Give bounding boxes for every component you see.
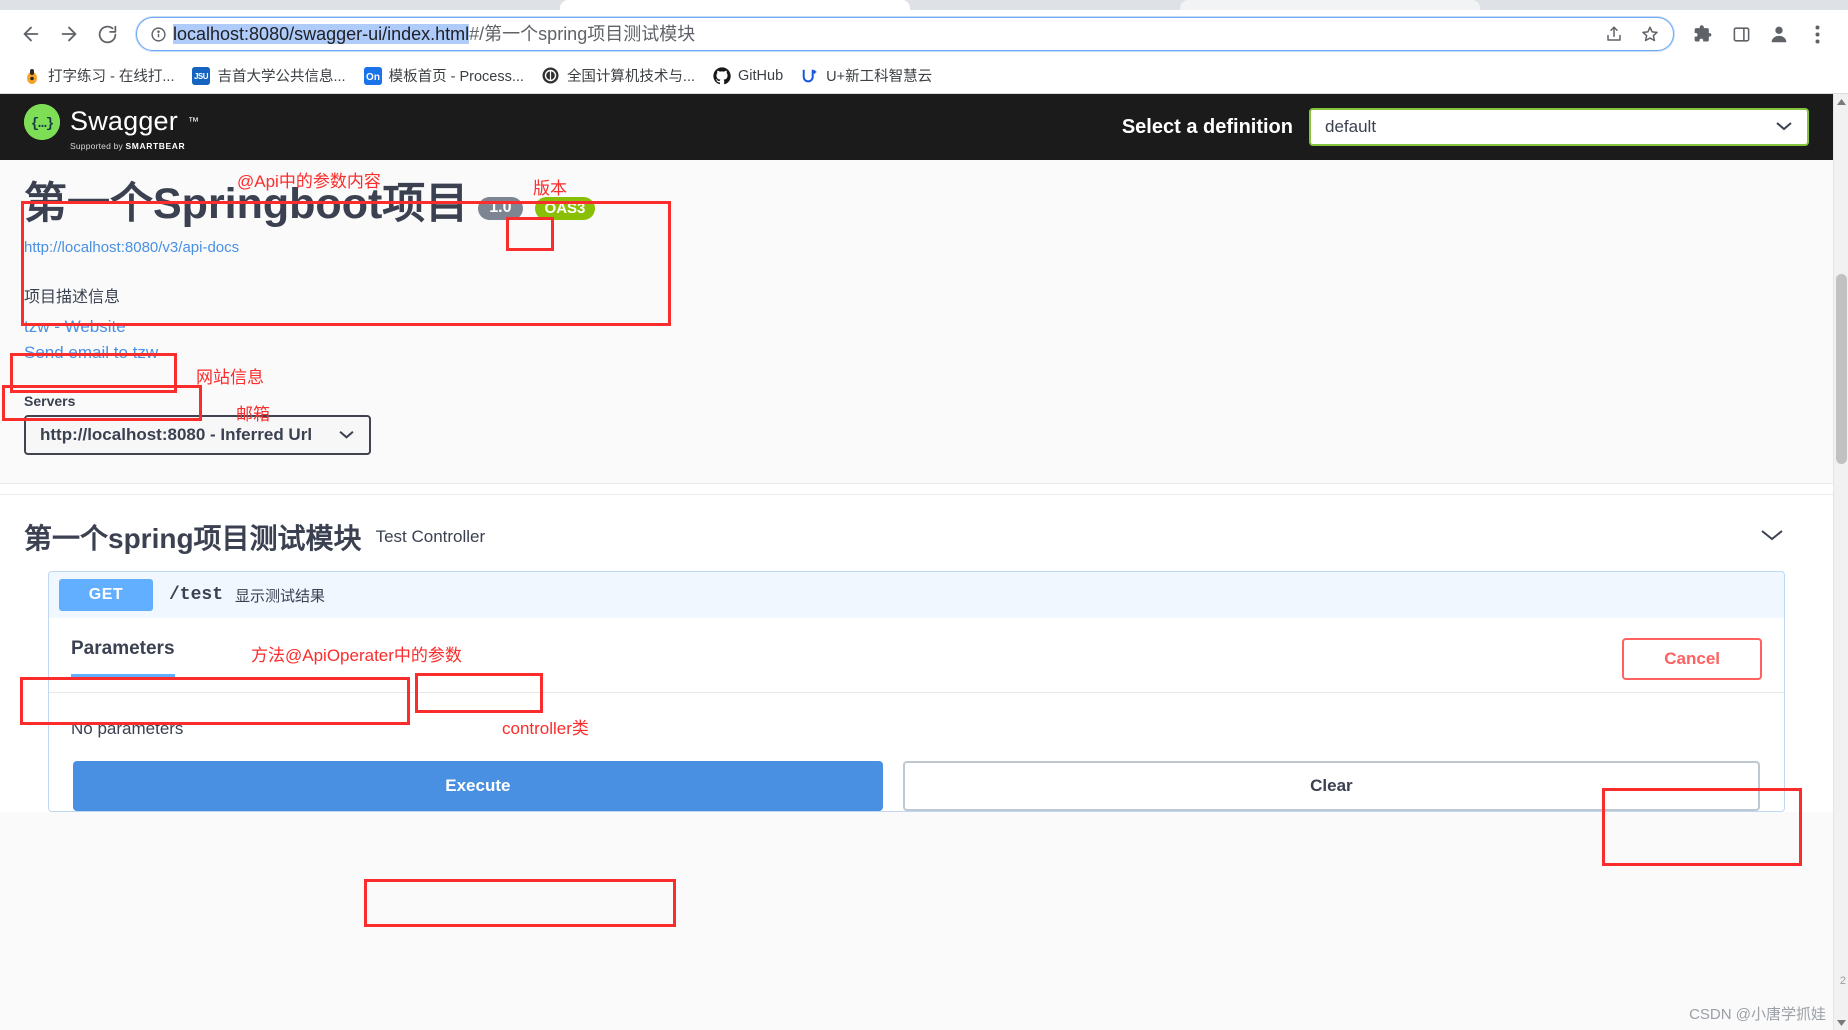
action-button-row: Execute Clear: [49, 761, 1784, 812]
on-icon: On: [363, 66, 382, 85]
section-divider: [0, 483, 1833, 496]
swagger-brace-icon: {…}: [24, 103, 60, 140]
annotation-label-apioperater: 方法@ApiOperater中的参数: [251, 646, 462, 665]
bookmark-label: 模板首页 - Process...: [388, 69, 524, 85]
share-icon[interactable]: [1601, 21, 1627, 47]
side-panel-icon[interactable]: [1724, 17, 1758, 51]
execute-button[interactable]: Execute: [73, 761, 883, 812]
bookmark-item-template[interactable]: On 模板首页 - Process...: [355, 62, 533, 89]
watermark: CSDN @小唐学抓娃: [1689, 1006, 1826, 1023]
trademark-icon: ™: [187, 115, 199, 128]
uplus-icon: [801, 66, 820, 85]
url-remainder: #/第一个spring项目测试模块: [469, 24, 696, 44]
svg-text:On: On: [366, 72, 380, 83]
tag-header[interactable]: 第一个spring项目测试模块 Test Controller: [24, 517, 1809, 557]
operation-summary-text: 显示测试结果: [235, 587, 326, 605]
api-docs-link[interactable]: http://localhost:8080/v3/api-docs: [24, 239, 239, 256]
address-bar[interactable]: localhost:8080/swagger-ui/index.html#/第一…: [136, 17, 1674, 51]
api-title-box: 第一个Springboot项目 1.0 OAS3 http://localhos…: [24, 181, 596, 257]
scroll-down-arrow-icon[interactable]: [1834, 1015, 1848, 1030]
bookmark-label: 吉首大学公共信息...: [217, 69, 346, 85]
clear-button[interactable]: Clear: [902, 761, 1760, 812]
browser-toolbar: localhost:8080/swagger-ui/index.html#/第一…: [0, 10, 1848, 58]
swagger-topbar: {…} Swagger ™ Supported by SMARTBEAR Sel…: [0, 94, 1833, 160]
swagger-wordmark: Swagger: [70, 106, 178, 136]
browser-tab-secondary[interactable]: [1180, 0, 1480, 10]
parameters-title: Parameters: [71, 638, 175, 678]
url-selected-part: localhost:8080/swagger-ui/index.html: [173, 24, 470, 44]
svg-text:{…}: {…}: [31, 116, 54, 132]
extensions-icon[interactable]: [1686, 17, 1720, 51]
scrollbar-thumb[interactable]: [1836, 274, 1847, 464]
university-icon: JSU: [192, 66, 211, 85]
page-viewport: {…} Swagger ™ Supported by SMARTBEAR Sel…: [0, 94, 1848, 1030]
bookmark-item-typing[interactable]: 打字练习 - 在线打...: [14, 62, 183, 89]
chevron-down-icon: [338, 425, 355, 445]
annotation-label-email: 邮箱: [236, 405, 270, 424]
server-selected-value: http://localhost:8080 - Inferred Url: [40, 425, 313, 445]
server-select[interactable]: http://localhost:8080 - Inferred Url: [24, 415, 372, 456]
bookmark-label: GitHub: [738, 67, 784, 84]
reload-icon[interactable]: [90, 17, 124, 51]
api-description: 项目描述信息: [24, 289, 121, 307]
definition-select[interactable]: default: [1309, 108, 1809, 146]
http-method-badge: GET: [59, 579, 153, 612]
cancel-button[interactable]: Cancel: [1622, 638, 1762, 681]
servers-block: Servers http://localhost:8080 - Inferred…: [0, 375, 1833, 484]
bookmark-star-icon[interactable]: [1637, 21, 1663, 47]
email-link[interactable]: Send email to tzw: [24, 343, 1809, 363]
profile-avatar[interactable]: [1762, 17, 1796, 51]
bookmark-label: 全国计算机技术与...: [566, 69, 696, 85]
annotation-box-execute: [364, 879, 676, 927]
ncre-icon: [541, 66, 560, 85]
scroll-up-arrow-icon[interactable]: [1834, 94, 1848, 109]
chevron-down-icon: [1775, 117, 1793, 137]
tag-description: Test Controller: [375, 527, 486, 547]
tab-strip: [0, 0, 1848, 10]
bookmark-item-university[interactable]: JSU 吉首大学公共信息...: [183, 62, 354, 89]
operation-block-get-test: GET /test 显示测试结果 Parameters Cancel No pa…: [48, 571, 1785, 813]
address-bar-text[interactable]: localhost:8080/swagger-ui/index.html#/第一…: [169, 23, 695, 45]
site-info-icon[interactable]: [147, 23, 169, 45]
bookmark-label: U+新工科智慧云: [826, 69, 933, 85]
tag-name: 第一个spring项目测试模块: [24, 523, 362, 555]
definition-selected-value: default: [1325, 117, 1377, 136]
chrome-menu-icon[interactable]: [1800, 17, 1834, 51]
smartbear-brand: SMARTBEAR: [125, 140, 186, 151]
forward-icon[interactable]: [52, 17, 86, 51]
bookmark-item-github[interactable]: GitHub: [704, 64, 792, 88]
swagger-logo[interactable]: {…} Swagger ™ Supported by SMARTBEAR: [24, 103, 199, 151]
bookmark-item-ncre[interactable]: 全国计算机技术与...: [533, 62, 704, 89]
version-badge: 1.0: [478, 197, 523, 220]
api-info-block: 第一个Springboot项目 1.0 OAS3 http://localhos…: [0, 160, 1833, 376]
swagger-ui-page: {…} Swagger ™ Supported by SMARTBEAR Sel…: [0, 94, 1833, 1030]
annotation-label-api-params: @Api中的参数内容: [237, 172, 381, 191]
servers-label: Servers: [24, 393, 76, 410]
annotation-label-controller: controller类: [502, 719, 589, 738]
operation-path: /test: [169, 585, 224, 606]
operation-summary[interactable]: GET /test 显示测试结果: [49, 572, 1784, 618]
edge-marker: 2: [1839, 975, 1846, 987]
oas-badge: OAS3: [534, 196, 596, 221]
definition-selector-wrap: Select a definition default: [1122, 108, 1809, 146]
github-icon: [713, 66, 732, 85]
typing-icon: [23, 66, 41, 85]
bookmark-label: 打字练习 - 在线打...: [48, 69, 175, 85]
back-icon[interactable]: [14, 17, 48, 51]
browser-tab-active[interactable]: [560, 0, 910, 10]
browser-window: localhost:8080/swagger-ui/index.html#/第一…: [0, 0, 1848, 1030]
website-link[interactable]: tzw - Website: [24, 317, 1809, 337]
supported-by-text: Supported by SMARTBEAR: [70, 140, 186, 151]
bookmark-item-uplus[interactable]: U+新工科智慧云: [792, 62, 941, 89]
svg-text:JSU: JSU: [194, 72, 209, 81]
annotation-label-version: 版本: [533, 179, 567, 198]
annotation-label-website: 网站信息: [196, 368, 264, 387]
definition-label: Select a definition: [1121, 115, 1293, 138]
no-parameters-text: No parameters: [49, 693, 1784, 762]
chevron-down-icon[interactable]: [1759, 527, 1809, 548]
page-scrollbar-vertical[interactable]: [1833, 94, 1848, 1030]
bookmarks-bar: 打字练习 - 在线打... JSU 吉首大学公共信息... On 模板首页 - …: [0, 58, 1848, 94]
